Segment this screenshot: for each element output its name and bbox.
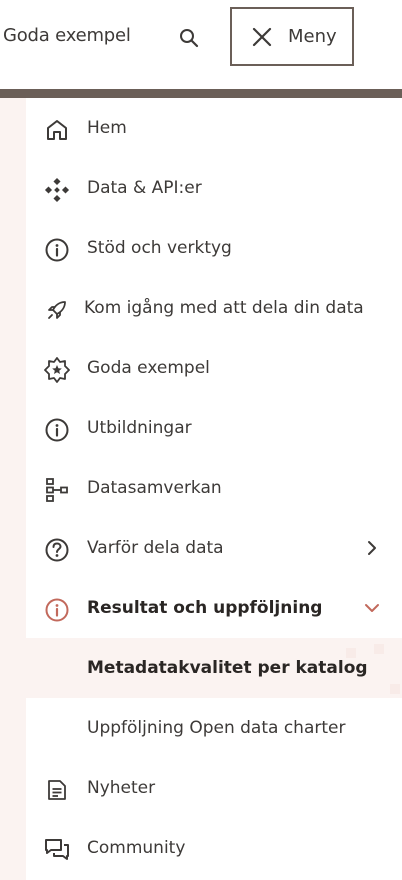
- rocket-icon: [43, 296, 71, 324]
- info-icon: [43, 416, 71, 444]
- page-title: Goda exempel: [3, 25, 131, 46]
- search-icon: [180, 29, 199, 48]
- document-icon: [43, 776, 71, 804]
- star-badge-icon: [43, 356, 71, 384]
- chat-icon: [43, 836, 71, 864]
- nav-item-utbildningar[interactable]: Utbildningar: [26, 398, 402, 458]
- close-icon: [252, 27, 272, 47]
- sub-item-uppfoljning-open-data-charter[interactable]: Uppföljning Open data charter: [26, 698, 402, 758]
- info-icon: [43, 596, 71, 624]
- nav-item-goda-exempel[interactable]: Goda exempel: [26, 338, 402, 398]
- menu-label: Meny: [288, 26, 337, 47]
- nav-item-label: Kom igång med att dela din data: [84, 298, 364, 318]
- left-background-strip: [0, 98, 26, 880]
- home-icon: [43, 116, 71, 144]
- nav-item-label: Stöd och verktyg: [87, 238, 232, 258]
- nav-item-datasamverkan[interactable]: Datasamverkan: [26, 458, 402, 518]
- nav-item-nyheter[interactable]: Nyheter: [26, 758, 402, 818]
- sub-item-metadatakvalitet[interactable]: Metadatakvalitet per katalog: [26, 638, 402, 698]
- nav-item-hem[interactable]: Hem: [26, 98, 402, 158]
- nav-item-resultat-och-uppfoljning[interactable]: Resultat och uppföljning: [26, 578, 402, 638]
- main-navigation: Hem Data & API:er Stöd och verktyg Kom i…: [26, 98, 402, 880]
- hierarchy-icon: [43, 476, 71, 504]
- chevron-down-icon[interactable]: [362, 598, 382, 618]
- nav-item-label: Varför dela data: [87, 538, 224, 558]
- nav-item-community[interactable]: Community: [26, 818, 402, 878]
- nav-item-varfor-dela-data[interactable]: Varför dela data: [26, 518, 402, 578]
- nav-item-label: Goda exempel: [87, 358, 210, 378]
- nav-item-label: Community: [87, 838, 186, 858]
- nav-item-kom-igang[interactable]: Kom igång med att dela din data: [26, 278, 402, 338]
- data-icon: [43, 176, 71, 204]
- info-icon: [43, 236, 71, 264]
- question-icon: [43, 536, 71, 564]
- nav-item-label: Resultat och uppföljning: [87, 598, 323, 618]
- close-menu-button[interactable]: Meny: [230, 7, 354, 66]
- nav-item-label: Hem: [87, 118, 127, 138]
- nav-item-label: Utbildningar: [87, 418, 192, 438]
- top-header: Goda exempel Meny: [0, 0, 402, 90]
- nav-item-data-apier[interactable]: Data & API:er: [26, 158, 402, 218]
- nav-item-stod-och-verktyg[interactable]: Stöd och verktyg: [26, 218, 402, 278]
- nav-item-label: Data & API:er: [87, 178, 202, 198]
- search-button[interactable]: [175, 24, 203, 52]
- sub-item-label: Uppföljning Open data charter: [87, 718, 346, 738]
- sub-item-label: Metadatakvalitet per katalog: [87, 658, 368, 678]
- nav-item-label: Nyheter: [87, 778, 156, 798]
- nav-item-label: Datasamverkan: [87, 478, 222, 498]
- chevron-right-icon[interactable]: [362, 538, 382, 558]
- header-divider-bar: [0, 89, 402, 98]
